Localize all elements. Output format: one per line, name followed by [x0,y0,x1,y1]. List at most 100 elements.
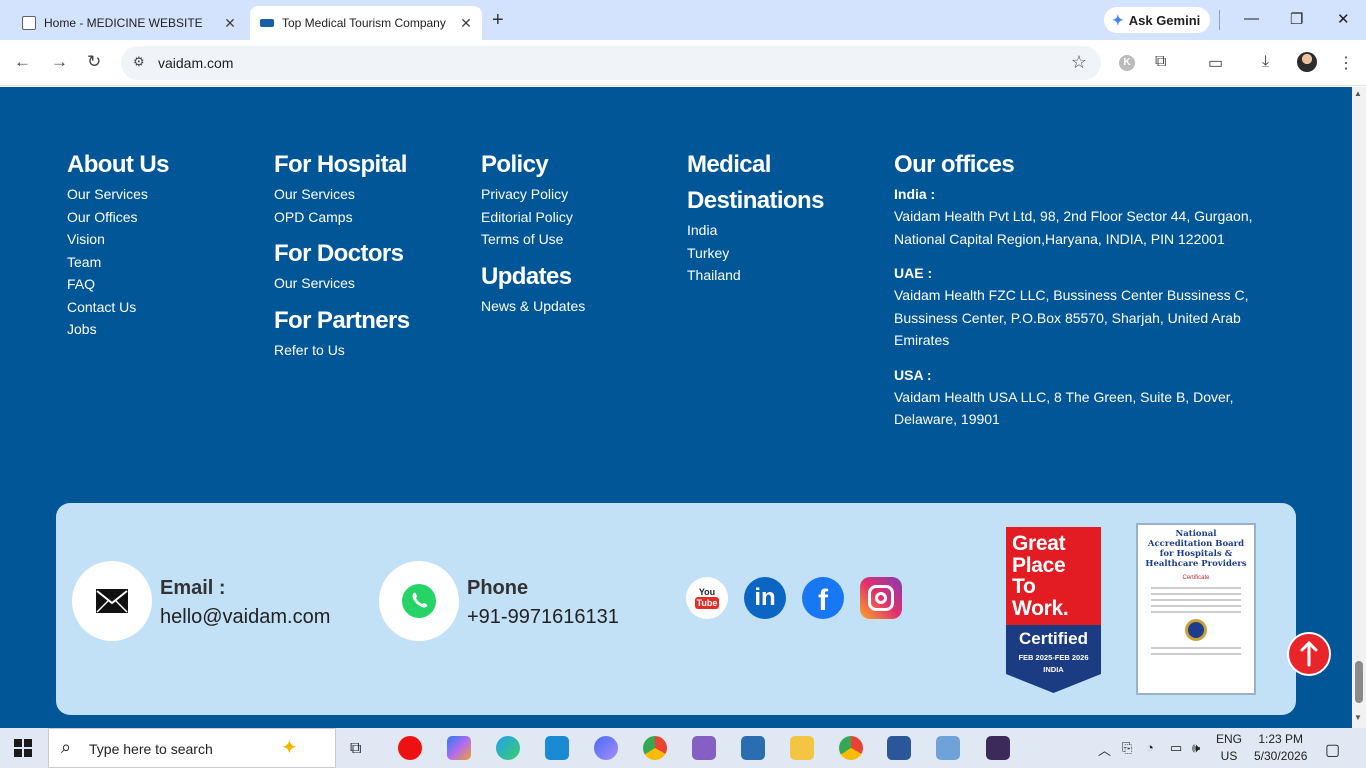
terminal-icon[interactable] [986,736,1010,760]
link-turkey[interactable]: Turkey [687,242,824,265]
clock-date: 5/30/2026 [1254,749,1308,763]
wifi-icon[interactable]: ◔ [1146,740,1154,755]
chrome-icon[interactable] [643,736,667,760]
india-address-line: Vaidam Health Pvt Ltd, 98, 2nd Floor Sec… [894,208,1253,224]
tab-vaidam[interactable]: Top Medical Tourism Company ✕ [250,6,482,40]
search-icon: ⌕ [61,737,72,757]
arrow-up-icon [1300,641,1318,667]
task-view-icon[interactable]: ⧉ [350,740,361,758]
new-tab-button[interactable]: + [492,9,504,32]
opera-icon[interactable] [398,736,422,760]
url-text[interactable]: vaidam.com [158,55,233,71]
link-terms-of-use[interactable]: Terms of Use [481,228,585,251]
link-thailand[interactable]: Thailand [687,264,824,287]
link-team[interactable]: Team [67,251,169,274]
copilot-icon[interactable] [447,736,471,760]
reload-icon[interactable]: ↻ [87,52,101,72]
notifications-icon[interactable]: ▢ [1325,740,1340,760]
tab-home-medicine[interactable]: Home - MEDICINE WEBSITE ✕ [8,6,246,40]
tab-close-icon[interactable]: ✕ [220,15,240,32]
phone-link[interactable]: +91-9971616131 [467,606,619,629]
back-arrow-icon[interactable]: ← [14,52,31,72]
volume-icon[interactable]: 🕪 [1192,740,1200,756]
messenger-icon[interactable] [594,736,618,760]
link-news-updates[interactable]: News & Updates [481,295,585,318]
scroll-to-top-button[interactable] [1287,632,1331,676]
bookmark-star-icon[interactable]: ☆ [1071,52,1087,73]
address-bar[interactable]: ⚙ vaidam.com ☆ [121,46,1101,80]
link-vision[interactable]: Vision [67,228,169,251]
linkedin-icon[interactable]: in [744,577,786,619]
email-label: Email : [160,577,226,599]
search-placeholder: Type here to search [89,741,213,757]
link-our-services[interactable]: Our Services [67,183,169,206]
vertical-scrollbar[interactable]: ▲ ▼ [1352,87,1366,728]
chrome-active-icon[interactable] [839,736,863,760]
vscode-icon[interactable] [545,736,569,760]
facebook-icon[interactable]: f [802,577,844,619]
sql-server-icon[interactable] [741,736,765,760]
notes-app-icon[interactable] [936,736,960,760]
extensions-puzzle-icon[interactable]: ⧉ [1155,53,1166,71]
link-contact-us[interactable]: Contact Us [67,296,169,319]
copilot-sparkle-icon: ✦ [281,737,298,759]
extension-k-icon[interactable]: K [1119,55,1135,71]
ask-gemini-button[interactable]: ✦ Ask Gemini [1104,7,1210,33]
policy-column: Policy Privacy Policy Editorial Policy T… [481,147,585,317]
youtube-icon[interactable]: You Tube [686,577,728,619]
contact-card: Email : hello@vaidam.com Phone +91-99716… [56,503,1296,715]
whatsapp-icon [402,584,436,618]
uae-office-label: UAE : [894,265,933,281]
taskbar-search-box[interactable]: ⌕ Type here to search ✦ [48,728,336,768]
about-heading: About Us [67,151,169,178]
start-windows-icon[interactable] [14,739,32,757]
scroll-up-arrow-icon[interactable]: ▲ [1354,89,1362,98]
link-refer-to-us[interactable]: Refer to Us [274,339,410,362]
tab-close-icon[interactable]: ✕ [456,15,476,32]
link-editorial-policy[interactable]: Editorial Policy [481,206,585,229]
phone-label: Phone [467,577,529,599]
link-doctor-services[interactable]: Our Services [274,272,410,295]
windows-taskbar: ⌕ Type here to search ✦ ⧉ ︿ ⎘ ◔ ▭ 🕪 ENG … [0,728,1366,768]
usa-address-line: Delaware, 19901 [894,411,1000,427]
minimize-button[interactable]: — [1244,10,1259,27]
file-explorer-icon[interactable] [790,736,814,760]
battery-icon[interactable]: ▭ [1170,740,1182,756]
india-address-line: National Capital Region,Haryana, INDIA, … [894,230,1225,247]
link-india[interactable]: India [687,219,824,242]
language-indicator[interactable]: ENG US [1216,731,1242,765]
restore-button[interactable]: ❐ [1290,10,1303,28]
instagram-icon[interactable] [860,577,902,619]
close-window-button[interactable]: ✕ [1337,10,1350,28]
show-hidden-icons-chevron-icon[interactable]: ︿ [1098,740,1111,759]
nabh-certificate: National Accreditation Board for Hospita… [1136,523,1256,695]
word-icon[interactable] [887,736,911,760]
tab-search-icon[interactable]: ▭ [1208,53,1223,73]
download-icon[interactable]: ⤓ [1262,53,1269,71]
link-faq[interactable]: FAQ [67,273,169,296]
scrollbar-thumb[interactable] [1355,661,1363,703]
link-jobs[interactable]: Jobs [67,318,169,341]
site-settings-icon[interactable]: ⚙ [133,54,145,70]
edge-icon[interactable] [496,736,520,760]
visual-studio-icon[interactable] [692,736,716,760]
divider [1219,10,1220,30]
link-hospital-services[interactable]: Our Services [274,183,410,206]
link-privacy-policy[interactable]: Privacy Policy [481,183,585,206]
email-link[interactable]: hello@vaidam.com [160,606,330,629]
usa-address-line: Vaidam Health USA LLC, 8 The Green, Suit… [894,388,1234,405]
destinations-heading-line2: Destinations [687,187,824,214]
tab-title: Home - MEDICINE WEBSITE [44,16,203,30]
clock[interactable]: 1:23 PM 5/30/2026 [1254,731,1307,765]
about-column: About Us Our Services Our Offices Vision… [67,147,169,341]
usb-icon[interactable]: ⎘ [1122,740,1132,756]
updates-heading: Updates [481,262,572,290]
scroll-down-arrow-icon[interactable]: ▼ [1354,713,1362,722]
footer-section: About Us Our Services Our Offices Vision… [0,87,1352,728]
link-opd-camps[interactable]: OPD Camps [274,206,410,229]
link-our-offices[interactable]: Our Offices [67,206,169,229]
forward-arrow-icon[interactable]: → [51,52,68,72]
menu-kebab-icon[interactable]: ⋮ [1338,53,1354,73]
uae-address-line: Bussiness Center, P.O.Box 85570, Sharjah… [894,309,1241,326]
profile-avatar[interactable] [1297,52,1317,72]
